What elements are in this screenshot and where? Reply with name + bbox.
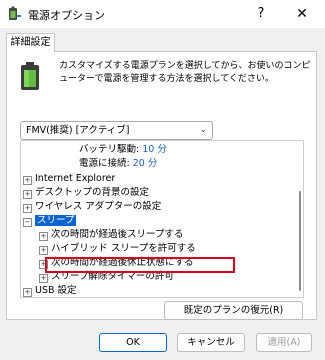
battery-label: バッテリ駆動: bbox=[79, 144, 140, 155]
power-plan-select[interactable]: FMV(推奨) [アクティブ] ⌄ bbox=[20, 121, 213, 140]
battery-value-link[interactable]: 10 分 bbox=[142, 144, 167, 155]
battery-icon bbox=[21, 62, 39, 90]
title-bar: 電源オプション ? ✕ bbox=[0, 0, 325, 28]
tree-item-sleep-after[interactable]: 次の時間が経過後スリープする bbox=[51, 228, 183, 242]
tree-item-wake-timers[interactable]: スリープ解除タイマーの許可 bbox=[51, 270, 174, 284]
expand-icon[interactable]: + bbox=[23, 288, 32, 297]
expand-icon[interactable]: + bbox=[39, 274, 48, 283]
close-button[interactable]: ✕ bbox=[290, 3, 314, 25]
chevron-down-icon: ⌄ bbox=[199, 125, 207, 135]
expand-icon[interactable]: + bbox=[23, 204, 32, 213]
expand-icon[interactable]: + bbox=[23, 190, 32, 199]
tree-item-wireless-adapter[interactable]: ワイヤレス アダプターの設定 bbox=[35, 200, 161, 214]
expand-icon[interactable]: + bbox=[39, 246, 48, 255]
tree-item-internet-explorer[interactable]: Internet Explorer bbox=[35, 172, 115, 186]
tab-advanced-settings[interactable]: 詳細設定 bbox=[6, 33, 55, 52]
ac-label: 電源に接続: bbox=[79, 158, 130, 169]
cancel-button[interactable]: キャンセル bbox=[177, 333, 245, 352]
ac-value-link[interactable]: 20 分 bbox=[133, 158, 158, 169]
tree-item-usb[interactable]: USB 設定 bbox=[35, 284, 77, 297]
plan-select-value: FMV(推奨) [アクティブ] bbox=[26, 125, 130, 136]
settings-panel: カスタマイズする電源プランを選択してから、お使いのコンピューターで電源を管理する… bbox=[6, 51, 317, 320]
battery-setting: バッテリ駆動: 10 分 bbox=[79, 143, 167, 157]
intro-text: カスタマイズする電源プランを選択してから、お使いのコンピューターで電源を管理する… bbox=[59, 61, 311, 84]
ac-setting: 電源に接続: 20 分 bbox=[79, 157, 157, 171]
settings-tree[interactable]: バッテリ駆動: 10 分 電源に接続: 20 分 + Internet Expl… bbox=[20, 140, 304, 298]
tree-item-desktop-background[interactable]: デスクトップの背景の設定 bbox=[35, 186, 149, 200]
scrollbar[interactable] bbox=[299, 191, 301, 291]
ok-button[interactable]: OK bbox=[99, 333, 167, 352]
expand-icon[interactable]: + bbox=[23, 176, 32, 185]
power-options-icon bbox=[9, 6, 21, 20]
restore-defaults-button[interactable]: 既定のプランの復元(R) bbox=[164, 301, 303, 320]
expand-icon[interactable]: + bbox=[39, 260, 48, 269]
window-title: 電源オプション bbox=[28, 9, 105, 22]
apply-button[interactable]: 適用(A) bbox=[256, 333, 312, 352]
tree-item-hibernate-after[interactable]: 次の時間が経過後休止状態にする bbox=[51, 256, 194, 270]
collapse-icon[interactable]: − bbox=[23, 218, 32, 227]
expand-icon[interactable]: + bbox=[39, 232, 48, 241]
help-button[interactable]: ? bbox=[250, 3, 272, 25]
tree-item-sleep-label: スリープ bbox=[35, 215, 77, 226]
tree-item-hybrid-sleep[interactable]: ハイブリッド スリープを許可する bbox=[51, 242, 196, 256]
tree-item-sleep[interactable]: スリープ bbox=[35, 214, 77, 228]
